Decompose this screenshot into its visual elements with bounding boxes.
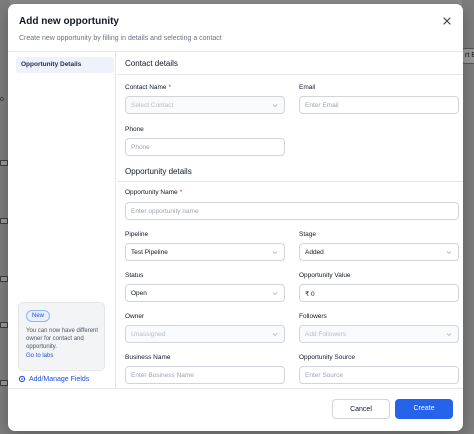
status-label: Status xyxy=(125,272,144,279)
background-chip: rt B xyxy=(462,48,474,64)
email-field[interactable]: Enter Email xyxy=(299,96,459,114)
background-page-right: rt B xyxy=(462,0,474,434)
owner-select[interactable]: Unassigned xyxy=(125,325,285,343)
phone-field[interactable]: Phone xyxy=(125,138,285,156)
contact-select[interactable]: Select Contact xyxy=(125,96,285,114)
chevron-down-icon xyxy=(272,292,278,296)
required-marker: * xyxy=(168,84,172,91)
status-select[interactable]: Open xyxy=(125,284,285,302)
followers-select[interactable]: Add Followers xyxy=(299,325,459,343)
opportunity-name-field[interactable]: Enter opportunity name xyxy=(125,202,459,220)
contact-details-heading: Contact details xyxy=(125,59,178,68)
opportunity-value-label: Opportunity Value xyxy=(299,272,351,279)
background-icon xyxy=(0,160,8,166)
contact-name-label: Contact Name * xyxy=(125,84,171,91)
close-icon xyxy=(443,17,451,25)
opportunity-details-heading: Opportunity details xyxy=(125,167,192,176)
business-name-label: Business Name xyxy=(125,354,171,361)
opportunity-source-field[interactable]: Enter Source xyxy=(299,366,459,384)
create-button[interactable]: Create xyxy=(395,399,453,419)
owner-label: Owner xyxy=(125,313,145,320)
gear-icon xyxy=(18,375,26,383)
go-to-labs-link[interactable]: Go to labs xyxy=(26,353,53,359)
followers-placeholder: Add Followers xyxy=(305,331,347,338)
opportunity-source-label: Opportunity Source xyxy=(299,354,356,361)
background-icon xyxy=(0,276,8,282)
stage-value: Added xyxy=(305,249,324,256)
phone-label: Phone xyxy=(125,126,144,133)
labs-promo-card: New You can now have different owner for… xyxy=(18,302,105,371)
chevron-down-icon xyxy=(272,251,278,255)
add-manage-fields-label: Add/Manage Fields xyxy=(29,375,90,383)
contact-select-placeholder: Select Contact xyxy=(131,102,174,109)
section-divider xyxy=(117,74,463,75)
section-divider xyxy=(117,181,463,182)
pipeline-value: Test Pipeline xyxy=(131,249,168,256)
chevron-down-icon xyxy=(446,251,452,255)
status-value: Open xyxy=(131,290,147,297)
opportunity-value-field[interactable]: ₹ 0 xyxy=(299,284,459,302)
promo-text: You can now have different owner for con… xyxy=(26,328,99,350)
business-name-field[interactable]: Enter Business Name xyxy=(125,366,285,384)
email-label: Email xyxy=(299,84,316,91)
pipeline-select[interactable]: Test Pipeline xyxy=(125,243,285,261)
chevron-down-icon xyxy=(446,333,452,337)
opportunity-name-label-text: Opportunity Name xyxy=(125,189,178,196)
sidebar-item-opportunity-details[interactable]: Opportunity Details xyxy=(16,57,114,73)
background-icon xyxy=(0,322,8,328)
stage-select[interactable]: Added xyxy=(299,243,459,261)
background-text: o xyxy=(0,96,4,103)
modal-title: Add new opportunity xyxy=(19,16,119,27)
modal-subtitle: Create new opportunity by filling in det… xyxy=(19,35,222,42)
modal-sidebar: Opportunity Details New You can now have… xyxy=(8,52,116,388)
background-icon xyxy=(0,218,8,224)
stage-label: Stage xyxy=(299,231,316,238)
chevron-down-icon xyxy=(272,333,278,337)
pipeline-label: Pipeline xyxy=(125,231,149,238)
contact-name-label-text: Contact Name xyxy=(125,84,167,91)
required-marker: * xyxy=(179,189,183,196)
opportunity-name-label: Opportunity Name * xyxy=(125,189,182,196)
followers-label: Followers xyxy=(299,313,327,320)
modal-header: Add new opportunity Create new opportuni… xyxy=(8,4,463,52)
background-icon xyxy=(0,380,8,386)
form-content: Contact details Contact Name * Select Con… xyxy=(117,52,463,388)
close-button[interactable] xyxy=(440,14,454,28)
cancel-button[interactable]: Cancel xyxy=(332,399,390,419)
chevron-down-icon xyxy=(272,104,278,108)
add-opportunity-modal: Add new opportunity Create new opportuni… xyxy=(8,4,463,431)
new-badge: New xyxy=(26,310,51,322)
add-manage-fields-button[interactable]: Add/Manage Fields xyxy=(18,375,89,383)
modal-footer: Cancel Create xyxy=(8,388,463,431)
owner-placeholder: Unassigned xyxy=(131,331,166,338)
